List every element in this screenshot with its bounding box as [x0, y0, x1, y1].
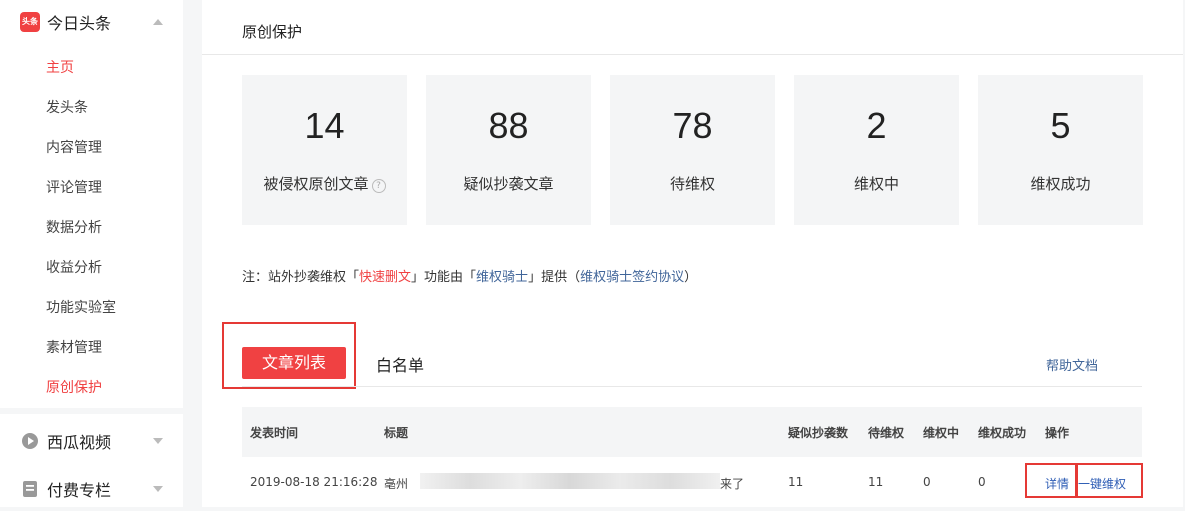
sidebar-paid-label: 付费专栏: [47, 481, 112, 500]
sidebar-toutiao-section: 头条 今日头条 主页 发头条 内容管理 评论管理 数据分析 收益分析 功能实验室…: [0, 0, 183, 408]
cell-pending: 11: [868, 475, 884, 489]
sidebar-xigua-label: 西瓜视频: [47, 433, 112, 452]
sidebar-item-materials[interactable]: 素材管理: [46, 338, 102, 358]
cell-publish-time: 2019-08-18 21:16:28: [250, 475, 378, 489]
sidebar-other-section: 西瓜视频 付费专栏: [0, 414, 183, 507]
play-circle-icon: [22, 433, 38, 449]
sidebar-item-home[interactable]: 主页: [46, 58, 74, 78]
page-title: 原创保护: [242, 23, 303, 41]
stat-label: 被侵权原创文章?: [242, 173, 407, 194]
note-text: 」功能由「: [411, 270, 477, 285]
stat-label: 待维权: [669, 175, 715, 193]
help-docs-link[interactable]: 帮助文档: [1046, 355, 1098, 374]
stat-value: 88: [488, 105, 529, 146]
column-header-success: 维权成功: [978, 426, 1027, 440]
stat-card-infringed: 14 被侵权原创文章?: [242, 75, 407, 225]
agreement-link[interactable]: 维权骑士签约协议: [580, 270, 684, 285]
sidebar-item-publish[interactable]: 发头条: [46, 98, 88, 118]
stat-card-in-progress: 2 维权中: [794, 75, 959, 225]
sidebar-item-lab[interactable]: 功能实验室: [46, 298, 116, 318]
stat-value: 14: [304, 105, 345, 146]
stat-label: 维权中: [853, 175, 899, 193]
stat-value: 78: [672, 105, 713, 146]
note-text: ）: [684, 270, 698, 285]
stat-value: 2: [866, 105, 887, 146]
stat-label-text: 被侵权原创文章: [263, 175, 369, 193]
help-question-icon[interactable]: ?: [371, 179, 386, 193]
column-header-in-progress: 维权中: [923, 426, 960, 440]
sidebar-toutiao-label: 今日头条: [47, 14, 112, 33]
column-header-actions: 操作: [1045, 426, 1070, 440]
quick-delete-link[interactable]: 快速删文: [359, 270, 411, 285]
cell-in-progress: 0: [923, 475, 931, 489]
sidebar-xigua-header[interactable]: 西瓜视频: [0, 419, 183, 463]
document-icon: [23, 481, 37, 497]
tab-article-list[interactable]: 文章列表: [242, 347, 346, 379]
stat-card-success: 5 维权成功: [978, 75, 1143, 225]
column-header-title: 标题: [384, 426, 409, 440]
chevron-up-icon[interactable]: [153, 19, 163, 25]
stat-card-suspected: 88 疑似抄袭文章: [426, 75, 591, 225]
cell-title-start[interactable]: 亳州: [384, 475, 408, 492]
sidebar-paid-header[interactable]: 付费专栏: [0, 467, 183, 511]
stat-value: 5: [1050, 105, 1071, 146]
chevron-down-icon[interactable]: [153, 486, 163, 492]
note-text: 」提供（: [528, 270, 581, 285]
stat-card-pending: 78 待维权: [610, 75, 775, 225]
rights-knight-link[interactable]: 维权骑士: [476, 270, 528, 285]
cell-suspected: 11: [788, 475, 804, 489]
blurred-title-area: [420, 473, 720, 489]
toutiao-logo-icon: 头条: [20, 12, 40, 32]
sidebar-item-data[interactable]: 数据分析: [46, 218, 102, 238]
sidebar: 头条 今日头条 主页 发头条 内容管理 评论管理 数据分析 收益分析 功能实验室…: [0, 0, 183, 507]
column-header-suspected: 疑似抄袭数: [788, 426, 849, 440]
divider: [202, 54, 1183, 55]
sidebar-toutiao-header[interactable]: 头条 今日头条: [0, 0, 183, 44]
column-header-pending: 待维权: [868, 426, 905, 440]
sidebar-item-revenue[interactable]: 收益分析: [46, 258, 102, 278]
tab-whitelist[interactable]: 白名单: [376, 352, 424, 376]
sidebar-item-original-protection[interactable]: 原创保护: [46, 378, 102, 398]
chevron-down-icon[interactable]: [153, 438, 163, 444]
cell-success: 0: [978, 475, 986, 489]
one-click-rights-link[interactable]: 一键维权: [1078, 475, 1126, 492]
sidebar-item-content[interactable]: 内容管理: [46, 138, 102, 158]
sidebar-item-comments[interactable]: 评论管理: [46, 178, 102, 198]
divider: [242, 386, 1142, 387]
cell-title-end[interactable]: 来了: [720, 475, 744, 492]
service-note: 注：站外抄袭维权「快速删文」功能由「维权骑士」提供（维权骑士签约协议）: [242, 266, 697, 285]
stat-label: 维权成功: [1030, 175, 1091, 193]
stat-label: 疑似抄袭文章: [463, 175, 554, 193]
column-header-time: 发表时间: [250, 426, 299, 440]
note-text: 注：站外抄袭维权「: [242, 270, 360, 285]
detail-link[interactable]: 详情: [1045, 475, 1069, 492]
main-panel: 原创保护 14 被侵权原创文章? 88 疑似抄袭文章 78 待维权 2 维权中 …: [202, 0, 1183, 507]
